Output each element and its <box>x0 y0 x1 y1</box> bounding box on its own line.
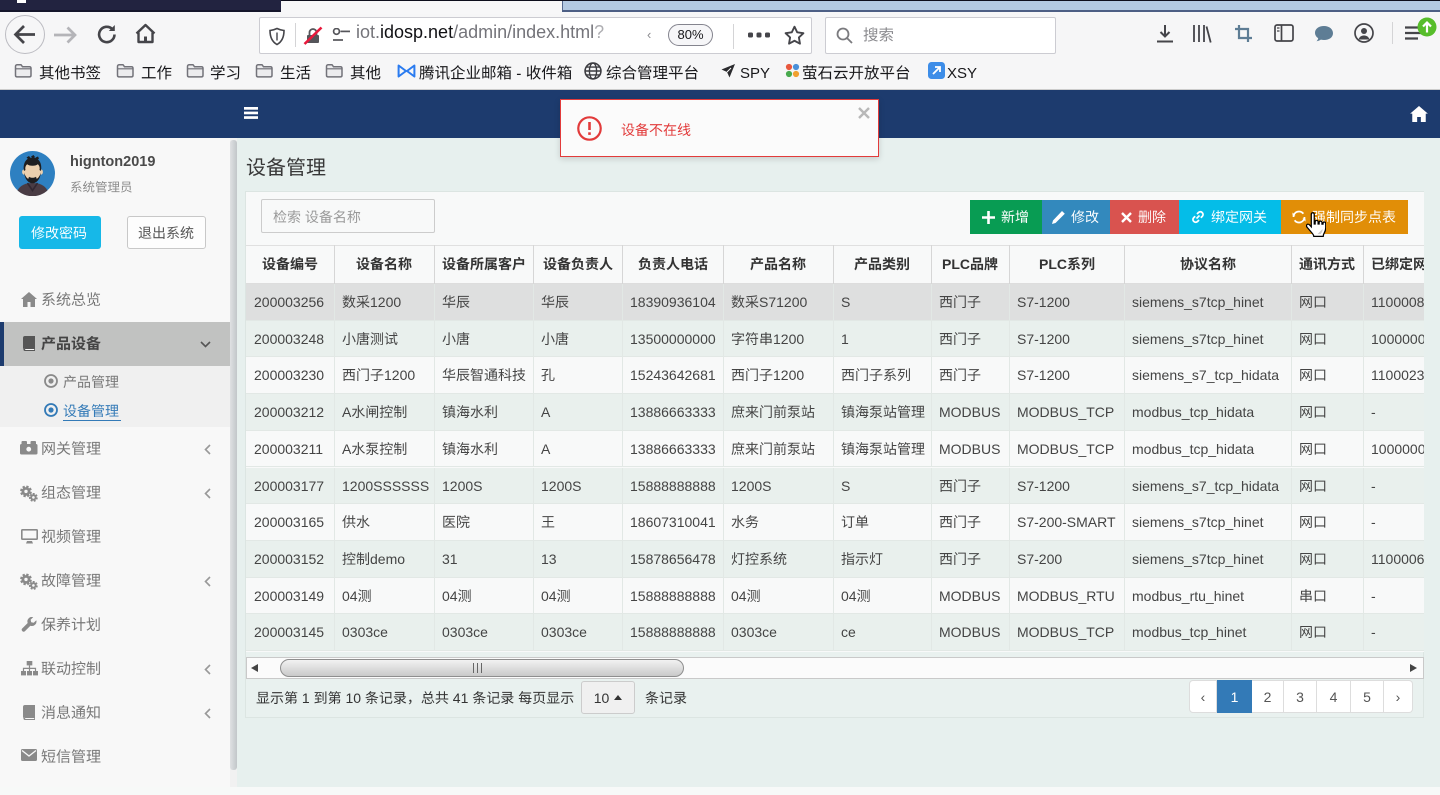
svg-text:demo: demo <box>370 551 405 567</box>
svg-text:1200: 1200 <box>384 367 415 383</box>
svg-text:41: 41 <box>449 690 472 706</box>
svg-text:04: 04 <box>731 588 747 604</box>
svg-text:1200: 1200 <box>370 294 401 310</box>
svg-text:S71200: S71200 <box>759 294 807 310</box>
svg-text:PLC: PLC <box>942 256 970 272</box>
svg-text:A: A <box>342 441 352 457</box>
svg-text:-: - <box>512 65 526 82</box>
svg-text:04: 04 <box>841 588 857 604</box>
svg-text:04: 04 <box>541 588 557 604</box>
svg-text:PLC: PLC <box>1039 256 1067 272</box>
svg-text:10: 10 <box>342 690 365 706</box>
svg-text:1: 1 <box>298 690 314 706</box>
svg-text:04: 04 <box>342 588 358 604</box>
svg-text:1200: 1200 <box>773 367 804 383</box>
svg-text:1200: 1200 <box>773 331 804 347</box>
svg-text:A: A <box>342 404 352 420</box>
svg-text:04: 04 <box>442 588 458 604</box>
